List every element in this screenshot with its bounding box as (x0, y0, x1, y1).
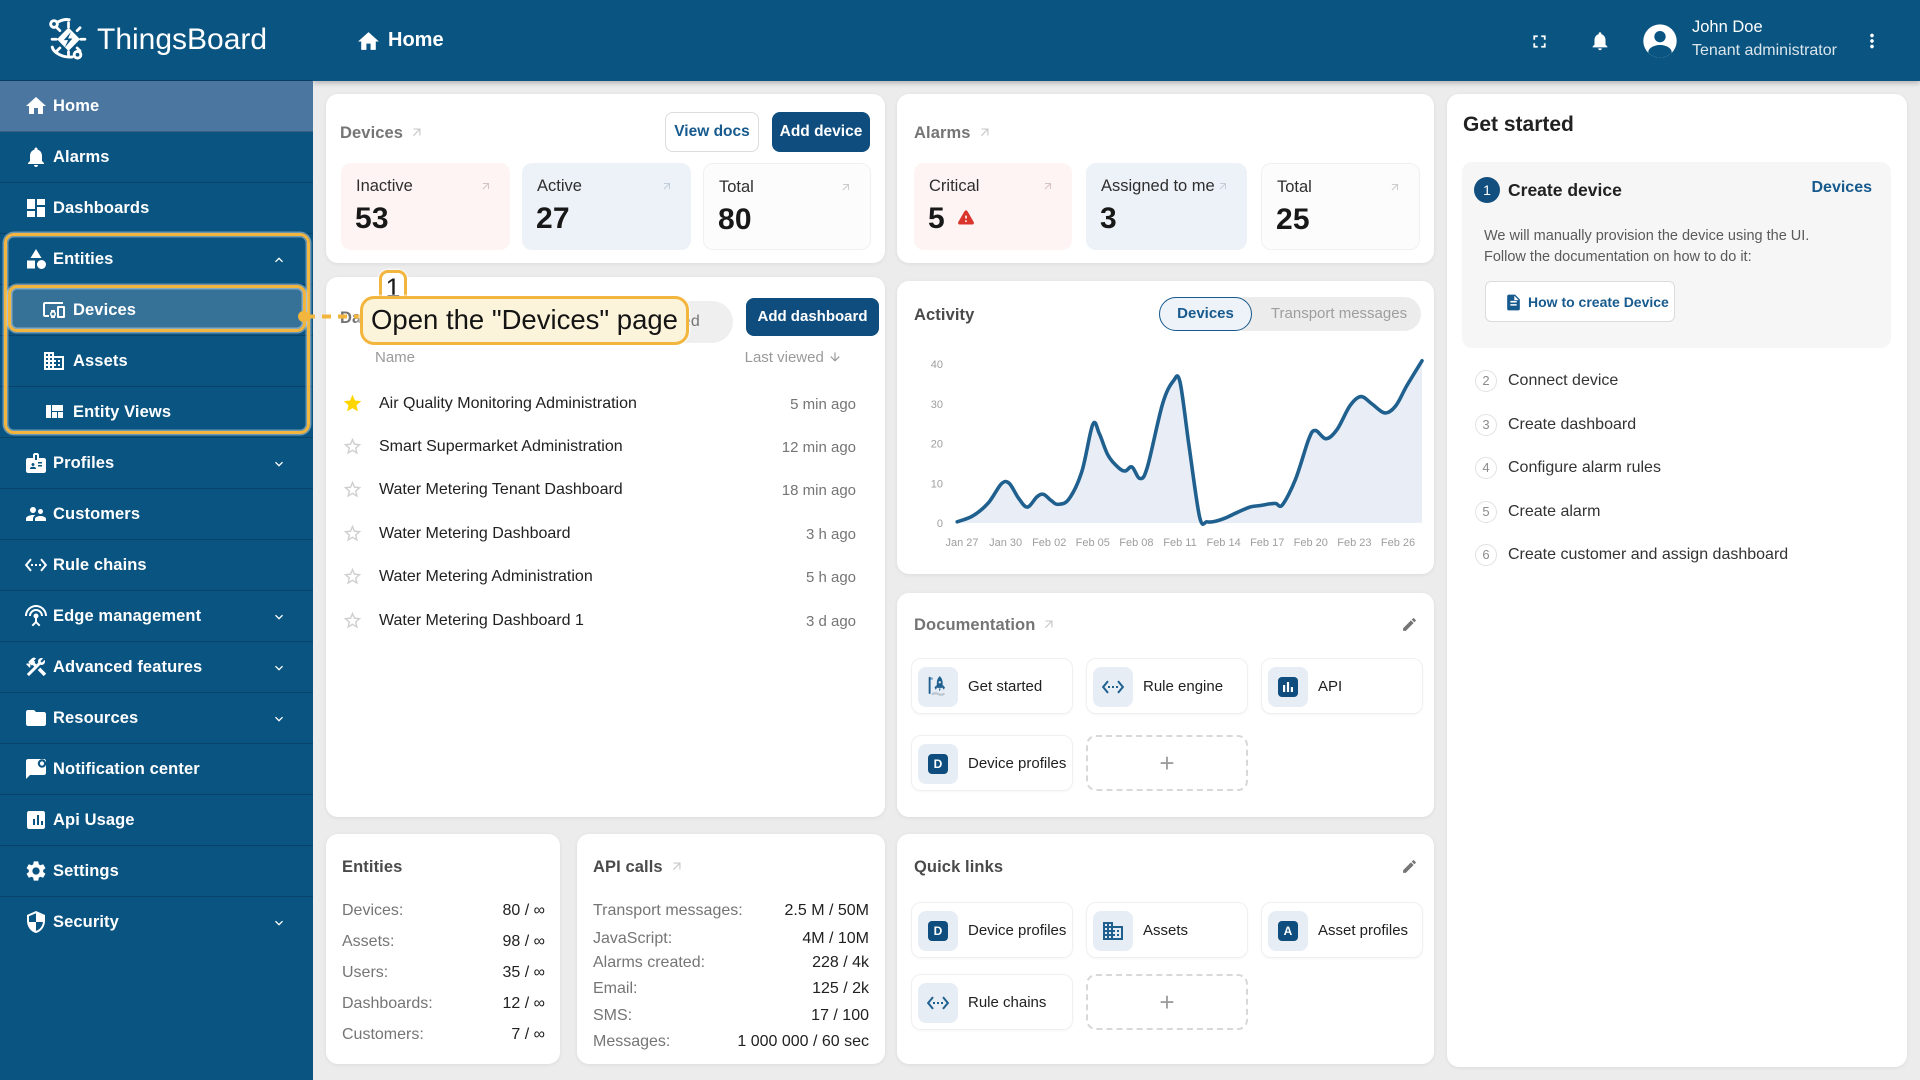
svg-text:Jan 27: Jan 27 (945, 537, 978, 549)
svg-text:Feb 14: Feb 14 (1206, 537, 1240, 549)
svg-text:0: 0 (937, 518, 943, 530)
svg-text:Feb 26: Feb 26 (1381, 537, 1415, 549)
svg-text:20: 20 (931, 439, 943, 451)
svg-text:Feb 17: Feb 17 (1250, 537, 1284, 549)
svg-text:Feb 20: Feb 20 (1294, 537, 1328, 549)
svg-text:Feb 11: Feb 11 (1163, 537, 1196, 549)
svg-text:Feb 23: Feb 23 (1337, 537, 1371, 549)
svg-text:Jan 30: Jan 30 (989, 537, 1022, 549)
svg-text:30: 30 (931, 399, 943, 411)
svg-text:40: 40 (931, 359, 943, 371)
svg-text:Feb 08: Feb 08 (1119, 537, 1153, 549)
svg-text:10: 10 (931, 478, 943, 490)
svg-text:Feb 02: Feb 02 (1032, 537, 1066, 549)
svg-text:Feb 05: Feb 05 (1076, 537, 1110, 549)
